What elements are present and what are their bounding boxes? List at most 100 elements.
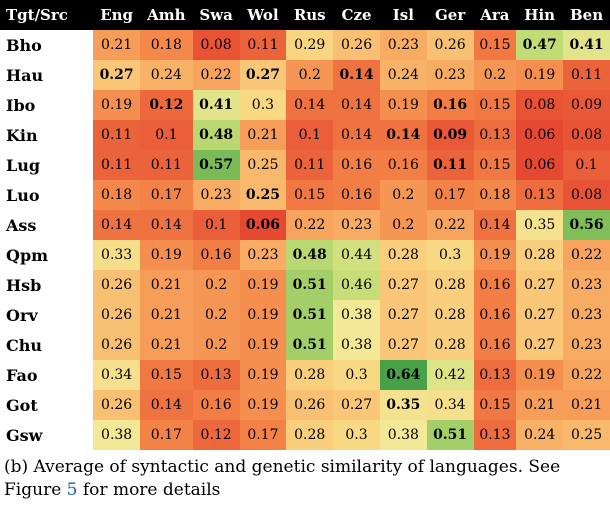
col-header: Rus <box>286 0 333 30</box>
heatmap-cell: 0.23 <box>427 60 474 90</box>
heatmap-cell: 0.22 <box>193 60 240 90</box>
heatmap-cell: 0.1 <box>563 150 610 180</box>
heatmap-cell: 0.21 <box>240 120 287 150</box>
heatmap-cell: 0.64 <box>380 360 427 390</box>
heatmap-cell: 0.56 <box>563 210 610 240</box>
heatmap-cell: 0.14 <box>380 120 427 150</box>
heatmap-cell: 0.19 <box>240 390 287 420</box>
heatmap-cell: 0.47 <box>516 30 563 60</box>
heatmap-cell: 0.14 <box>333 120 380 150</box>
col-header: Ara <box>474 0 517 30</box>
heatmap-cell: 0.27 <box>380 330 427 360</box>
heatmap-cell: 0.41 <box>563 30 610 60</box>
heatmap-cell: 0.11 <box>93 150 140 180</box>
heatmap-cell: 0.29 <box>286 30 333 60</box>
heatmap-cell: 0.42 <box>427 360 474 390</box>
heatmap-cell: 0.06 <box>240 210 287 240</box>
col-header: Ger <box>427 0 474 30</box>
heatmap-cell: 0.3 <box>333 360 380 390</box>
heatmap-cell: 0.13 <box>516 180 563 210</box>
heatmap-cell: 0.14 <box>140 390 193 420</box>
heatmap-cell: 0.23 <box>563 270 610 300</box>
heatmap-cell: 0.2 <box>193 270 240 300</box>
heatmap-cell: 0.27 <box>516 300 563 330</box>
heatmap-cell: 0.12 <box>193 420 240 450</box>
heatmap-cell: 0.28 <box>516 240 563 270</box>
heatmap-cell: 0.27 <box>380 270 427 300</box>
heatmap-cell: 0.26 <box>93 330 140 360</box>
heatmap-cell: 0.18 <box>140 30 193 60</box>
heatmap-cell: 0.3 <box>333 420 380 450</box>
heatmap-cell: 0.09 <box>563 90 610 120</box>
heatmap-cell: 0.19 <box>380 90 427 120</box>
heatmap-cell: 0.15 <box>140 360 193 390</box>
heatmap-cell: 0.28 <box>380 240 427 270</box>
heatmap-cell: 0.21 <box>516 390 563 420</box>
heatmap-cell: 0.44 <box>333 240 380 270</box>
heatmap-cell: 0.16 <box>474 270 517 300</box>
col-header: Swa <box>193 0 240 30</box>
heatmap-cell: 0.2 <box>380 180 427 210</box>
col-header: Hin <box>516 0 563 30</box>
heatmap-cell: 0.57 <box>193 150 240 180</box>
heatmap-cell: 0.14 <box>93 210 140 240</box>
heatmap-cell: 0.26 <box>93 390 140 420</box>
heatmap-cell: 0.27 <box>93 60 140 90</box>
heatmap-cell: 0.22 <box>286 210 333 240</box>
heatmap-cell: 0.16 <box>427 90 474 120</box>
heatmap-cell: 0.08 <box>563 120 610 150</box>
row-header: Qpm <box>0 240 93 270</box>
heatmap-cell: 0.38 <box>93 420 140 450</box>
heatmap-cell: 0.24 <box>516 420 563 450</box>
heatmap-cell: 0.25 <box>240 180 287 210</box>
heatmap-cell: 0.28 <box>427 330 474 360</box>
heatmap-body: Bho0.210.180.080.110.290.260.230.260.150… <box>0 30 610 450</box>
heatmap-cell: 0.16 <box>474 330 517 360</box>
heatmap-cell: 0.15 <box>286 180 333 210</box>
heatmap-cell: 0.08 <box>563 180 610 210</box>
heatmap-cell: 0.14 <box>286 90 333 120</box>
heatmap-cell: 0.11 <box>240 30 287 60</box>
heatmap-cell: 0.17 <box>240 420 287 450</box>
heatmap-cell: 0.23 <box>240 240 287 270</box>
row-header: Orv <box>0 300 93 330</box>
table-row: Bho0.210.180.080.110.290.260.230.260.150… <box>0 30 610 60</box>
heatmap-cell: 0.23 <box>380 30 427 60</box>
heatmap-cell: 0.11 <box>286 150 333 180</box>
heatmap-cell: 0.11 <box>140 150 193 180</box>
heatmap-cell: 0.16 <box>380 150 427 180</box>
col-header: Isl <box>380 0 427 30</box>
heatmap-cell: 0.23 <box>563 300 610 330</box>
heatmap-cell: 0.21 <box>93 30 140 60</box>
heatmap-cell: 0.16 <box>193 240 240 270</box>
heatmap-cell: 0.19 <box>240 300 287 330</box>
heatmap-cell: 0.21 <box>563 390 610 420</box>
heatmap-cell: 0.11 <box>427 150 474 180</box>
heatmap-cell: 0.2 <box>193 300 240 330</box>
heatmap-cell: 0.19 <box>140 240 193 270</box>
heatmap-cell: 0.16 <box>333 180 380 210</box>
figure-ref-link[interactable]: 5 <box>67 480 78 500</box>
heatmap-cell: 0.14 <box>333 60 380 90</box>
table-row: Hau0.270.240.220.270.20.140.240.230.20.1… <box>0 60 610 90</box>
heatmap-cell: 0.51 <box>286 330 333 360</box>
heatmap-cell: 0.19 <box>516 360 563 390</box>
heatmap-cell: 0.51 <box>286 300 333 330</box>
heatmap-cell: 0.24 <box>380 60 427 90</box>
heatmap-cell: 0.14 <box>140 210 193 240</box>
heatmap-cell: 0.1 <box>286 120 333 150</box>
caption-text-suffix: for more details <box>83 480 221 500</box>
heatmap-cell: 0.19 <box>240 330 287 360</box>
heatmap-cell: 0.51 <box>427 420 474 450</box>
heatmap-cell: 0.23 <box>193 180 240 210</box>
heatmap-cell: 0.08 <box>516 90 563 120</box>
row-header: Luo <box>0 180 93 210</box>
col-header: Amh <box>140 0 193 30</box>
row-header: Hau <box>0 60 93 90</box>
table-row: Kin0.110.10.480.210.10.140.140.090.130.0… <box>0 120 610 150</box>
heatmap-cell: 0.34 <box>427 390 474 420</box>
heatmap-cell: 0.38 <box>333 330 380 360</box>
heatmap-cell: 0.25 <box>240 150 287 180</box>
heatmap-cell: 0.2 <box>380 210 427 240</box>
heatmap-cell: 0.1 <box>140 120 193 150</box>
